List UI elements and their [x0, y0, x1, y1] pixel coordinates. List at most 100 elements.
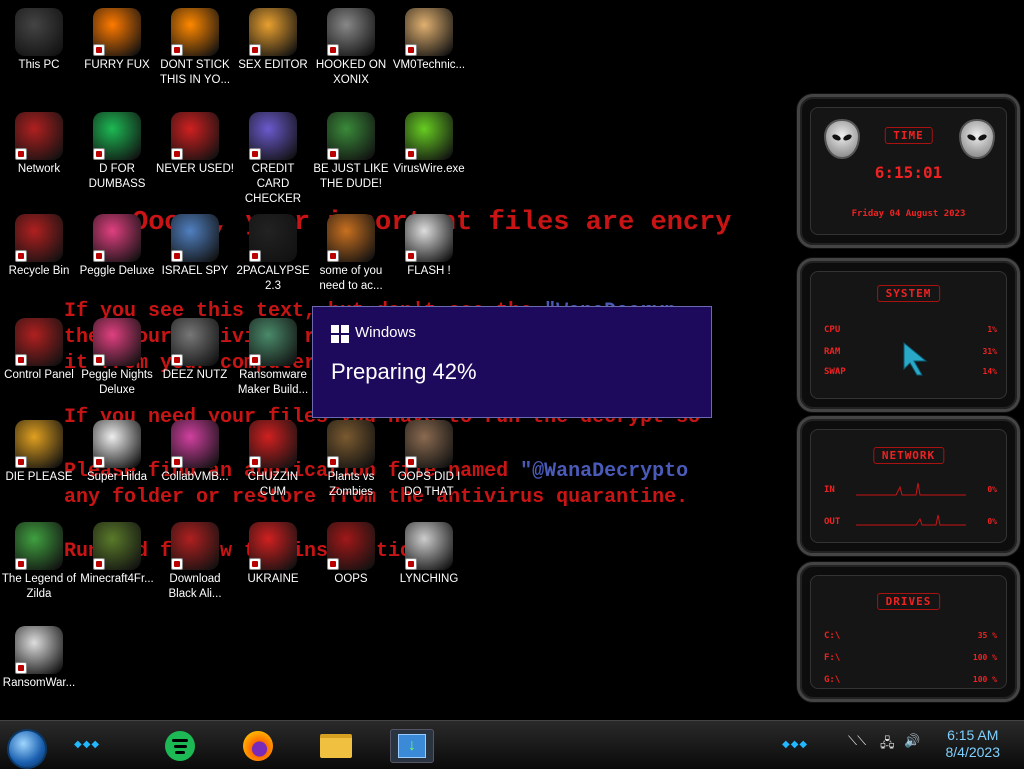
desktop-icon[interactable]: LYNCHING — [390, 522, 468, 587]
taskbar-firefox-button[interactable] — [236, 729, 280, 763]
desktop-icon-label: Ransomware Maker Build... — [237, 369, 309, 396]
start-button[interactable] — [7, 729, 47, 769]
desktop-icon[interactable]: DEEZ NUTZ — [156, 318, 234, 383]
shortcut-arrow-icon — [171, 148, 183, 160]
desktop-icon[interactable]: FLASH ! — [390, 214, 468, 279]
firefox-icon — [93, 8, 141, 56]
desktop-icon[interactable]: FURRY FUX — [78, 8, 156, 73]
drive-c-value: 35 % — [977, 631, 997, 640]
desktop-icon[interactable]: OOPS DID I DO THAT — [390, 420, 468, 500]
shortcut-arrow-icon — [171, 354, 183, 366]
desktop-icon-label: DONT STICK THIS IN YO... — [159, 59, 231, 86]
desktop-icon[interactable]: VM0Technic... — [390, 8, 468, 73]
shortcut-arrow-icon — [93, 558, 105, 570]
rope-icon — [405, 522, 453, 570]
dialog-title: Windows — [355, 324, 416, 341]
desktop-icon[interactable]: Control Panel — [0, 318, 78, 383]
network-tray-icon[interactable]: 🖧 — [880, 734, 895, 756]
devcpp-icon — [171, 112, 219, 160]
desktop-icon[interactable]: Super Hilda — [78, 420, 156, 485]
desktop-icon[interactable]: CREDIT CARD CHECKER — [234, 112, 312, 207]
desktop-icon[interactable]: Recycle Bin — [0, 214, 78, 279]
desktop-icon[interactable]: HOOKED ON XONIX — [312, 8, 390, 88]
time-widget[interactable]: TIME 6:15:01 Friday 04 August 2023 — [797, 94, 1020, 248]
drive-g-value: 100 % — [972, 675, 997, 684]
show-hidden-icons-icon[interactable]: ⟍⟍ — [848, 734, 866, 749]
desktop-icon[interactable]: VirusWire.exe — [390, 112, 468, 177]
desktop-icon[interactable]: Network — [0, 112, 78, 177]
desktop-icon[interactable]: RansomWar... — [0, 626, 78, 691]
desktop-icon[interactable]: ISRAEL SPY — [156, 214, 234, 279]
desktop-icon[interactable]: CHUZZIN CUM — [234, 420, 312, 500]
cpu-value: 1% — [987, 325, 997, 334]
shortcut-arrow-icon — [249, 354, 261, 366]
collabvm-icon — [171, 420, 219, 468]
drives-widget[interactable]: DRIVES C:\ 35 % F:\ 100 % G:\ 100 % — [797, 562, 1020, 702]
desktop-icon[interactable]: DONT STICK THIS IN YO... — [156, 8, 234, 88]
folder-icon — [320, 734, 352, 758]
this-pc-icon — [15, 8, 63, 56]
system-widget-title: SYSTEM — [876, 285, 941, 302]
taskbar-clock[interactable]: 6:15 AM 8/4/2023 — [946, 727, 1001, 761]
desktop-icon[interactable]: CollabVMB... — [156, 420, 234, 485]
system-widget[interactable]: SYSTEM CPU 1% RAM 31% SWAP 14% — [797, 258, 1020, 412]
green-d-icon — [165, 731, 195, 761]
taskbar: ◆◆◆ ↓ ◆◆◆ ⟍⟍ 🖧 🔊 6:15 AM 8/4/2023 — [0, 720, 1024, 769]
install-arrow-icon: ↓ — [398, 734, 426, 758]
desktop-icon[interactable]: OOPS — [312, 522, 390, 587]
desktop-icon[interactable]: This PC — [0, 8, 78, 73]
shortcut-arrow-icon — [93, 456, 105, 468]
shortcut-arrow-icon — [171, 456, 183, 468]
desktop-icon-label: Recycle Bin — [8, 265, 70, 277]
desktop-icon[interactable]: BE JUST LIKE THE DUDE! — [312, 112, 390, 192]
desktop-icon[interactable]: UKRAINE — [234, 522, 312, 587]
desktop-icon-label: FURRY FUX — [84, 59, 150, 71]
desktop-icon[interactable]: Ransomware Maker Build... — [234, 318, 312, 398]
network-widget-title: NETWORK — [872, 447, 945, 464]
desktop-icon-label: BE JUST LIKE THE DUDE! — [313, 163, 389, 190]
desktop-icon[interactable]: Download Black Ali... — [156, 522, 234, 602]
taskbar-explorer-button[interactable] — [314, 729, 358, 763]
desktop-icon[interactable]: D FOR DUMBASS — [78, 112, 156, 192]
time-widget-clock: 6:15:01 — [874, 163, 943, 182]
desktop-icon[interactable]: 2PACALYPSE 2.3 — [234, 214, 312, 294]
taskbar-green-d-button[interactable] — [158, 729, 202, 763]
desktop-icon-label: 2PACALYPSE 2.3 — [236, 265, 310, 292]
chuzzle-icon — [249, 420, 297, 468]
xonix-icon — [327, 8, 375, 56]
credit-card-icon — [249, 112, 297, 160]
shortcut-arrow-icon — [15, 250, 27, 262]
skull-icon — [15, 626, 63, 674]
desktop-icon-label: OOPS DID I DO THAT — [397, 471, 461, 498]
shortcut-arrow-icon — [93, 250, 105, 262]
hex-editor-icon — [249, 8, 297, 56]
drive-g-label: G:\ — [824, 675, 841, 685]
desktop-icon-label: RansomWar... — [2, 677, 76, 689]
desktop-icon[interactable]: Peggle Deluxe — [78, 214, 156, 279]
shortcut-arrow-icon — [249, 44, 261, 56]
desktop-icon[interactable]: Plants vs Zombies — [312, 420, 390, 500]
volume-icon[interactable]: 🔊 — [904, 734, 920, 749]
desktop-icon[interactable]: NEVER USED! — [156, 112, 234, 177]
taskbar-installer-button[interactable]: ↓ — [390, 729, 434, 763]
ram-value: 31% — [982, 347, 997, 356]
net-in-label: IN — [824, 485, 835, 495]
desktop-icon[interactable]: SEX EDITOR — [234, 8, 312, 73]
net-in-value: 0% — [987, 485, 997, 494]
desktop-icon-label: NEVER USED! — [156, 163, 234, 175]
desktop-icon[interactable]: DIE PLEASE — [0, 420, 78, 485]
desktop-icon-label: ISRAEL SPY — [161, 265, 229, 277]
network-widget[interactable]: NETWORK IN 0% OUT 0% — [797, 416, 1020, 556]
cursor-arrow-icon — [903, 341, 928, 376]
shortcut-arrow-icon — [93, 148, 105, 160]
desktop-icon-label: Network — [17, 163, 61, 175]
desktop-icon-label: Peggle Deluxe — [79, 265, 155, 277]
peggle-icon — [93, 214, 141, 262]
desktop-icon[interactable]: The Legend of Zilda — [0, 522, 78, 602]
desktop-icon[interactable]: Peggle Nights Deluxe — [78, 318, 156, 398]
desktop-icon[interactable]: Minecraft4Fr... — [78, 522, 156, 587]
shortcut-arrow-icon — [93, 44, 105, 56]
shortcut-arrow-icon — [327, 456, 339, 468]
ram-label: RAM — [824, 347, 841, 357]
desktop-icon[interactable]: some of you need to ac... — [312, 214, 390, 294]
